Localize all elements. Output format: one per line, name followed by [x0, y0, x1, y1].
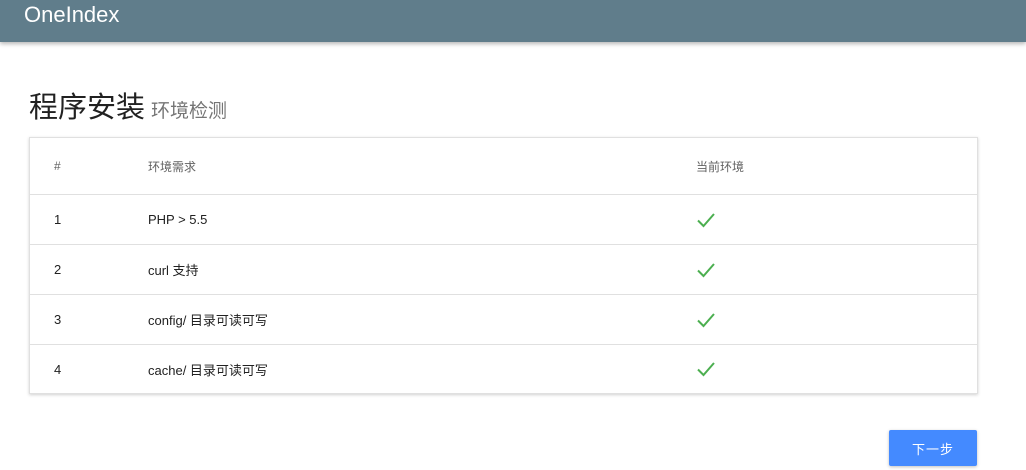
- app-bar: OneIndex: [0, 0, 1026, 42]
- page-heading: 程序安装 环境检测: [29, 84, 227, 126]
- row-requirement: curl 支持: [148, 263, 199, 278]
- table-header-row: # 环境需求 当前环境: [30, 138, 977, 195]
- table-row: 3 config/ 目录可读可写: [30, 295, 977, 345]
- app-title[interactable]: OneIndex: [24, 2, 119, 28]
- header-num: #: [54, 159, 61, 173]
- row-num: 4: [54, 361, 62, 377]
- row-num: 1: [54, 212, 62, 227]
- table-row: 4 cache/ 目录可读可写: [30, 345, 977, 393]
- page-title: 程序安装: [29, 92, 146, 124]
- row-requirement: cache/ 目录可读可写: [148, 362, 268, 378]
- row-num: 3: [54, 312, 62, 327]
- next-step-button[interactable]: 下一步: [889, 430, 977, 466]
- check-icon: [696, 195, 716, 244]
- table-row: 2 curl 支持: [30, 245, 977, 295]
- requirements-table: # 环境需求 当前环境 1 PHP > 5.5 2 curl 支持 3 conf…: [29, 137, 978, 394]
- check-icon: [696, 295, 716, 344]
- check-icon: [696, 245, 716, 294]
- row-requirement: PHP > 5.5: [148, 212, 208, 227]
- table-row: 1 PHP > 5.5: [30, 195, 977, 245]
- header-current: 当前环境: [696, 159, 745, 174]
- header-requirement: 环境需求: [148, 159, 197, 174]
- check-icon: [696, 345, 716, 393]
- page-subtitle: 环境检测: [151, 101, 228, 122]
- row-requirement: config/ 目录可读可写: [148, 313, 268, 328]
- row-num: 2: [54, 262, 62, 277]
